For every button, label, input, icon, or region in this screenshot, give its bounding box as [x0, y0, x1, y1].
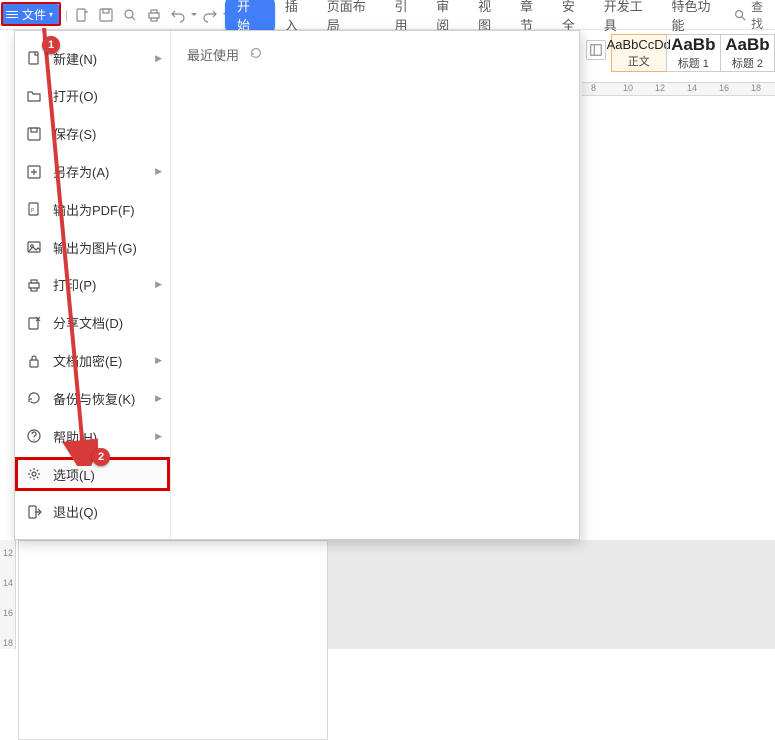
style-h1-preview: AaBb: [671, 36, 715, 53]
style-h1-label: 标题 1: [678, 55, 709, 71]
style-h2-label: 标题 2: [732, 55, 763, 71]
file-menu-list: 新建(N) ▶ 打开(O) 保存(S) 另存为(A) ▶ P 输出为PDF: [15, 31, 171, 539]
menu-exit-label: 退出(Q): [53, 502, 162, 521]
menu-export-pdf[interactable]: P 输出为PDF(F): [15, 192, 170, 226]
file-menu-button[interactable]: 文件 ▾: [2, 4, 59, 26]
horizontal-ruler: 8 10 12 14 16 18: [582, 82, 775, 96]
menu-open-label: 打开(O): [53, 86, 162, 105]
recent-files-pane: 最近使用: [171, 31, 579, 539]
lock-icon: [25, 352, 43, 370]
refresh-icon[interactable]: [249, 46, 263, 63]
menu-print[interactable]: 打印(P) ▶: [15, 268, 170, 302]
search-label: 查找: [751, 0, 775, 32]
chevron-right-icon: ▶: [155, 279, 162, 290]
image-icon: [25, 238, 43, 256]
page-edge: [18, 540, 328, 740]
chevron-right-icon: ▶: [155, 393, 162, 404]
menu-backup[interactable]: 备份与恢复(K) ▶: [15, 381, 170, 415]
file-menu-panel: 新建(N) ▶ 打开(O) 保存(S) 另存为(A) ▶ P 输出为PDF: [14, 30, 580, 540]
menu-backup-label: 备份与恢复(K): [53, 389, 155, 408]
print-preview-icon[interactable]: [118, 4, 142, 26]
chevron-right-icon: ▶: [155, 166, 162, 177]
chevron-right-icon: ▶: [155, 431, 162, 442]
file-menu-label: 文件: [22, 6, 46, 23]
menu-open[interactable]: 打开(O): [15, 79, 170, 113]
restore-icon: [25, 389, 43, 407]
exit-icon: [25, 503, 43, 521]
nav-pane-icon[interactable]: [586, 40, 606, 60]
print-icon: [25, 276, 43, 294]
redo-icon[interactable]: [198, 4, 222, 26]
style-body-preview: AaBbCcDd: [607, 38, 671, 51]
save-as-icon: [25, 163, 43, 181]
menu-exit[interactable]: 退出(Q): [15, 495, 170, 529]
undo-caret-icon[interactable]: [190, 4, 198, 26]
menu-print-label: 打印(P): [53, 275, 155, 294]
menu-export-image[interactable]: 输出为图片(G): [15, 230, 170, 264]
style-h2-preview: AaBb: [725, 36, 769, 53]
help-icon: [25, 427, 43, 445]
vertical-ruler: 12 14 16 18: [0, 540, 16, 649]
svg-text:P: P: [31, 208, 35, 214]
chevron-right-icon: ▶: [155, 53, 162, 64]
menu-help-label: 帮助(H): [53, 427, 155, 446]
menu-share[interactable]: 分享文档(D): [15, 306, 170, 340]
menu-save-as[interactable]: 另存为(A) ▶: [15, 154, 170, 188]
menu-new[interactable]: 新建(N) ▶: [15, 41, 170, 75]
menu-export-pdf-label: 输出为PDF(F): [53, 200, 162, 219]
style-body-label: 正文: [628, 53, 650, 69]
menu-share-label: 分享文档(D): [53, 313, 162, 332]
style-body[interactable]: AaBbCcDd 正文: [611, 34, 667, 72]
menu-save-as-label: 另存为(A): [53, 162, 155, 181]
save-icon[interactable]: [94, 4, 118, 26]
share-icon: [25, 314, 43, 332]
search-command[interactable]: 查找: [733, 0, 775, 32]
print-icon[interactable]: [142, 4, 166, 26]
ribbon-tabs: 开始 插入 页面布局 引用 审阅 视图 章节 安全 开发工具 特色功能 查找: [225, 0, 775, 30]
menu-new-label: 新建(N): [53, 49, 155, 68]
recent-files-title: 最近使用: [187, 45, 239, 64]
menu-help[interactable]: 帮助(H) ▶: [15, 419, 170, 453]
save-icon: [25, 125, 43, 143]
chevron-down-icon: ▾: [49, 10, 53, 19]
menu-save-label: 保存(S): [53, 124, 162, 143]
gear-icon: [25, 465, 43, 483]
chevron-right-icon: ▶: [155, 355, 162, 366]
menu-save[interactable]: 保存(S): [15, 117, 170, 151]
style-heading-1[interactable]: AaBb 标题 1: [666, 34, 721, 72]
menu-options-label: 选项(L): [53, 465, 162, 484]
pdf-icon: P: [25, 200, 43, 218]
menu-export-image-label: 输出为图片(G): [53, 238, 162, 257]
style-heading-2[interactable]: AaBb 标题 2: [720, 34, 775, 72]
folder-open-icon: [25, 87, 43, 105]
document-viewport: [18, 540, 775, 649]
menu-options[interactable]: 选项(L): [15, 457, 170, 491]
menu-encrypt-label: 文档加密(E): [53, 351, 155, 370]
new-doc-icon[interactable]: [70, 4, 94, 26]
hamburger-icon: [6, 11, 18, 18]
undo-icon[interactable]: [166, 4, 190, 26]
toolbar-separator: |: [63, 8, 70, 22]
file-new-icon: [25, 49, 43, 67]
menu-encrypt[interactable]: 文档加密(E) ▶: [15, 344, 170, 378]
